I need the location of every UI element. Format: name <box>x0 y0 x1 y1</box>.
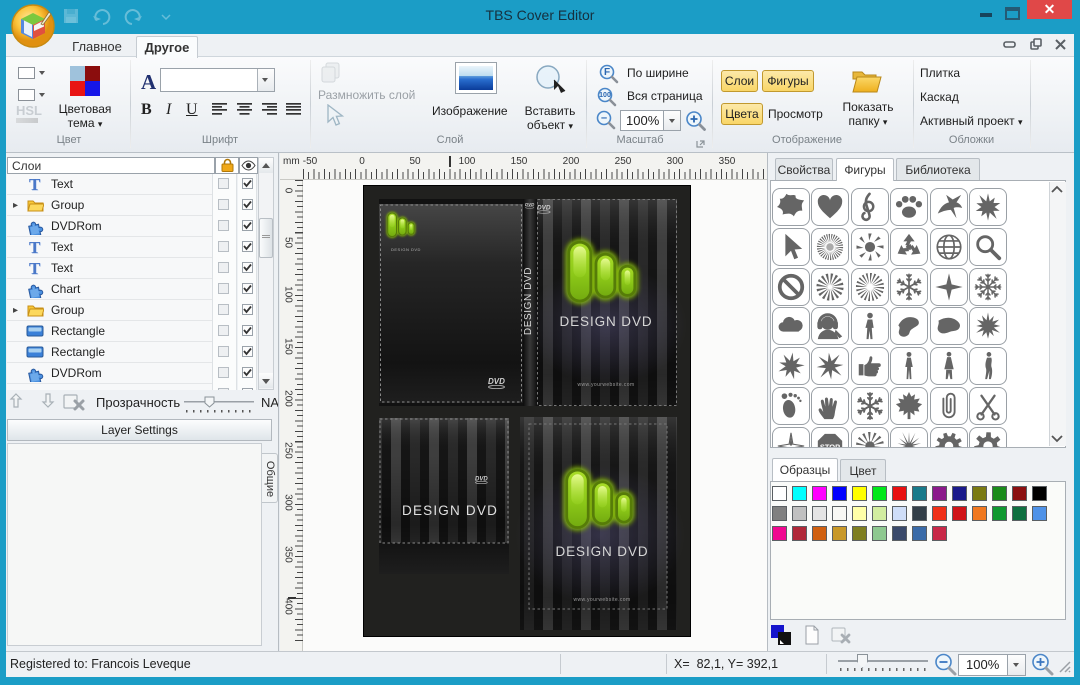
svg-text:DESIGN DVD: DESIGN DVD <box>559 314 652 329</box>
svg-text:DESIGN DVD: DESIGN DVD <box>523 267 534 335</box>
svg-text:F: F <box>604 67 610 78</box>
svg-text:DESIGN DVD: DESIGN DVD <box>402 503 498 518</box>
svg-text:–: – <box>601 112 607 124</box>
svg-text:Прозрачность: Прозрачность <box>96 395 180 410</box>
svg-text:DESIGN DVD: DESIGN DVD <box>391 247 421 252</box>
svg-text:100: 100 <box>599 92 611 99</box>
svg-text:DESIGN DVD: DESIGN DVD <box>555 544 648 559</box>
svg-text:STOP: STOP <box>820 442 840 448</box>
svg-text:NA: NA <box>261 395 278 410</box>
svg-text:www.yourwebsite.com: www.yourwebsite.com <box>573 597 630 603</box>
svg-text:www.yourwebsite.com: www.yourwebsite.com <box>577 382 634 388</box>
